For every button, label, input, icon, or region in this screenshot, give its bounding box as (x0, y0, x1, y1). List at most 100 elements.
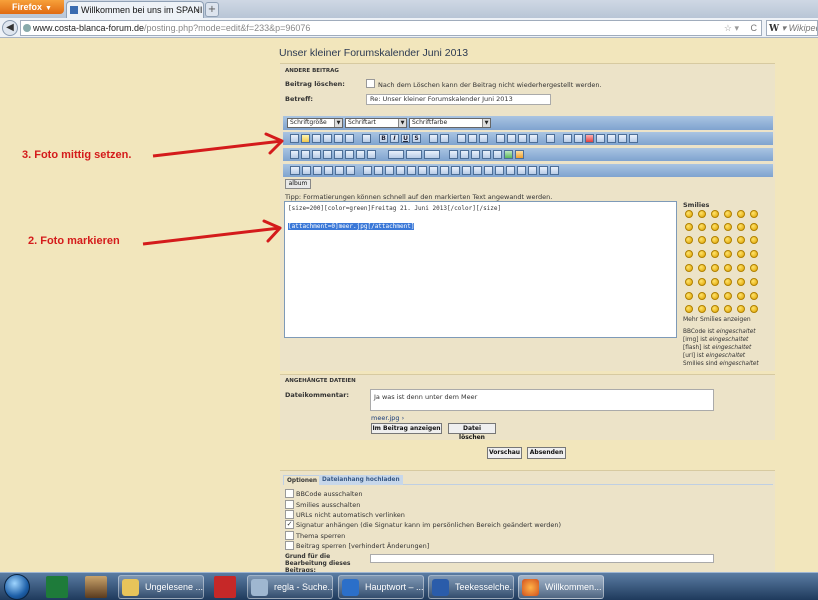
smiley-icon[interactable] (711, 278, 719, 286)
ok-icon[interactable] (504, 150, 513, 159)
gallery-icon[interactable] (356, 150, 365, 159)
browser-tab[interactable]: Willkommen bei uns im SPANIE... × (66, 1, 204, 18)
anchor-icon[interactable] (312, 150, 321, 159)
bold-icon[interactable]: B (379, 134, 388, 143)
upload-icon[interactable] (345, 150, 354, 159)
smiley-icon[interactable] (685, 264, 693, 272)
smiley-icon[interactable] (698, 278, 706, 286)
smiley-icon[interactable] (698, 250, 706, 258)
youtube-icon[interactable] (363, 166, 372, 175)
tab-options[interactable]: Optionen (283, 475, 322, 485)
smiley-icon[interactable] (724, 236, 732, 244)
wave-icon[interactable] (346, 166, 355, 175)
align-center-icon[interactable] (301, 134, 310, 143)
subscript-icon[interactable] (440, 134, 449, 143)
smiley-icon[interactable] (750, 236, 758, 244)
highlight-icon[interactable] (574, 134, 583, 143)
taskbar-item[interactable]: Hauptwort – ... (338, 575, 424, 599)
smiley-icon[interactable] (698, 305, 706, 313)
fly-icon[interactable] (290, 166, 300, 175)
new-tab-button[interactable]: + (205, 2, 219, 17)
google-video-icon[interactable] (374, 166, 383, 175)
spoiler-icon[interactable] (529, 134, 538, 143)
smiley-icon[interactable] (750, 278, 758, 286)
metacafe-icon[interactable] (418, 166, 427, 175)
livevideo-icon[interactable] (517, 166, 526, 175)
smiley-icon[interactable] (685, 236, 693, 244)
flag-icon[interactable] (424, 150, 440, 159)
smiley-icon[interactable] (750, 264, 758, 272)
align-justify-icon[interactable] (323, 134, 332, 143)
shadow-icon[interactable] (493, 150, 502, 159)
taskbar-item[interactable]: regla - Suche... (247, 575, 333, 599)
smiley-icon[interactable] (711, 292, 719, 300)
email-link-icon[interactable] (301, 150, 310, 159)
option-checkbox[interactable] (285, 500, 294, 509)
smiley-icon[interactable] (711, 223, 719, 231)
more-smilies-link[interactable]: Mehr Smilies anzeigen (683, 316, 751, 323)
columns-icon[interactable] (334, 134, 343, 143)
smiley-icon[interactable] (737, 223, 745, 231)
gamespot-icon[interactable] (528, 166, 537, 175)
smiley-icon[interactable] (737, 292, 745, 300)
file-comment-textarea[interactable]: Ja was ist denn unter dem Meer (370, 389, 714, 411)
smiley-icon[interactable] (737, 278, 745, 286)
color-icon[interactable] (471, 150, 480, 159)
smiley-icon[interactable] (750, 250, 758, 258)
underline-icon[interactable]: U (401, 134, 410, 143)
close-tab-icon[interactable]: × (195, 2, 200, 18)
table-icon[interactable] (518, 134, 527, 143)
message-textarea[interactable]: [size=200][color=green]Freitag 21. Juni … (284, 201, 677, 338)
album-button[interactable]: album (285, 179, 311, 189)
option-checkbox[interactable] (285, 541, 294, 550)
smiley-icon[interactable] (711, 236, 719, 244)
thumbnail-icon[interactable] (334, 150, 343, 159)
dailymotion-icon[interactable] (396, 166, 405, 175)
smiley-icon[interactable] (737, 236, 745, 244)
video-icon[interactable] (406, 150, 422, 159)
taskbar-item[interactable]: Teekesselche... (428, 575, 514, 599)
start-button[interactable] (4, 574, 30, 600)
smiley-icon[interactable] (737, 210, 745, 218)
ifilm-icon[interactable] (506, 166, 515, 175)
search-box[interactable]: W ▾ Wikipedia (766, 20, 818, 36)
font-size-select[interactable]: Schriftgröße ▼ (287, 118, 343, 128)
fade-icon[interactable] (335, 166, 344, 175)
smiley-icon[interactable] (685, 278, 693, 286)
bookmark-star-icon[interactable]: ☆ ▾ (724, 21, 739, 35)
smiley-icon[interactable] (724, 278, 732, 286)
warning-icon[interactable] (585, 134, 594, 143)
image-icon[interactable] (323, 150, 332, 159)
smiley-icon[interactable] (724, 250, 732, 258)
smiley-icon[interactable] (737, 305, 745, 313)
url-bar[interactable]: www.costa-blanca-forum.de/posting.php?mo… (20, 20, 762, 36)
superscript-icon[interactable] (429, 134, 438, 143)
smiley-icon[interactable] (750, 305, 758, 313)
sun-icon[interactable] (515, 150, 524, 159)
smiley-icon[interactable] (698, 223, 706, 231)
note-icon[interactable] (563, 134, 572, 143)
url-icon[interactable] (290, 150, 299, 159)
numbered-list-icon[interactable] (468, 134, 477, 143)
option-checkbox[interactable] (285, 489, 294, 498)
audio-icon[interactable] (550, 166, 559, 175)
option-checkbox-checked[interactable]: ✓ (285, 520, 294, 529)
sevenload-icon[interactable] (440, 166, 449, 175)
myspace-icon[interactable] (385, 166, 394, 175)
myvideo-icon[interactable] (462, 166, 471, 175)
smiley-icon[interactable] (724, 264, 732, 272)
delete-file-button[interactable]: Datei löschen (448, 423, 496, 441)
smiley-icon[interactable] (711, 264, 719, 272)
smiley-icon[interactable] (685, 250, 693, 258)
smiley-icon[interactable] (750, 292, 758, 300)
font-color-select[interactable]: Schriftfarbe ▼ (409, 118, 491, 128)
size-icon[interactable] (449, 150, 458, 159)
picture-icon[interactable] (367, 150, 376, 159)
firefox-menu-button[interactable]: Firefox ▼ (0, 0, 64, 14)
smiley-icon[interactable] (724, 210, 732, 218)
veoh-icon[interactable] (451, 166, 460, 175)
smiley-icon[interactable] (685, 305, 693, 313)
smiley-icon[interactable] (698, 264, 706, 272)
font-face-select[interactable]: Schriftart ▼ (345, 118, 407, 128)
scroll-icon[interactable] (302, 166, 311, 175)
